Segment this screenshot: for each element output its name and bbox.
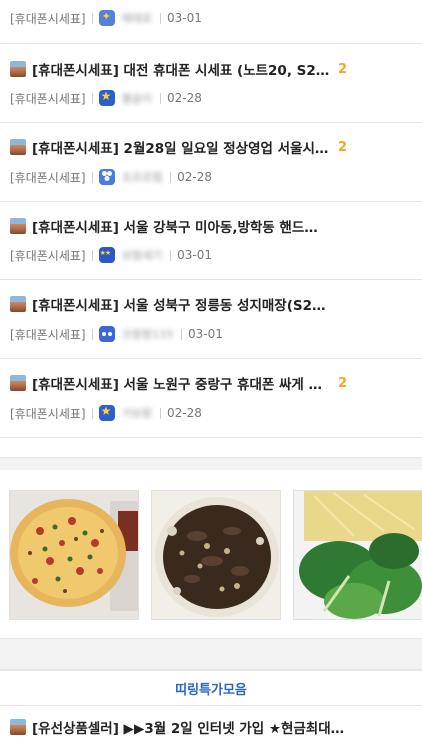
image-thumbnail-icon	[10, 375, 26, 391]
post-meta: [휴대폰시세표] 보형세기 03-01	[10, 245, 412, 265]
reply-count: 2	[338, 139, 348, 155]
cafe-name: [휴대폰시세표]	[10, 406, 86, 421]
image-thumbnail-icon	[10, 139, 26, 155]
post-item[interactable]: [휴대폰시세표] 2월28일 일요일 정상영업 서울시 관악… 2 [휴대폰시세…	[0, 123, 422, 202]
post-item[interactable]: [휴대폰시세표] 서울 강북구 미아동,방학동 핸드폰 최저… [휴대폰시세표]…	[0, 202, 422, 280]
cafe-name: [휴대폰시세표]	[10, 248, 86, 263]
post-meta: [휴대폰시세표] 볼슬이 02-28	[10, 88, 412, 108]
cross-badge-icon	[98, 10, 115, 26]
triple-dot-badge-icon	[98, 169, 115, 185]
divider	[170, 249, 172, 261]
divider	[91, 12, 93, 24]
post-title-row[interactable]: [휴대폰시세표] 서울 성북구 정릉동 성지매장(S21,S…	[10, 293, 412, 315]
author-nickname: 보형세기	[121, 249, 163, 262]
jjajangmyeon-photo[interactable]	[151, 490, 281, 620]
image-thumbnail-icon	[10, 296, 26, 312]
post-title[interactable]: [휴대폰시세표] 대전 휴대폰 시세표 (노트20, S20…	[32, 59, 330, 79]
author-nickname: 해태로	[121, 12, 152, 25]
post-title-row[interactable]: [휴대폰시세표] 서울 강북구 미아동,방학동 핸드폰 최저…	[10, 215, 412, 237]
post-date: 03-01	[166, 11, 202, 25]
post-item[interactable]: [유선상품셀러] ▶▶3월 2일 인터넷 가입 ★현금최대지…	[0, 706, 422, 750]
post-title[interactable]: [휴대폰시세표] 서울 성북구 정릉동 성지매장(S21,S…	[32, 294, 330, 314]
post-date: 03-01	[187, 327, 223, 341]
star-badge-icon	[98, 404, 115, 421]
post-item[interactable]: [휴대폰시세표] 서울 성북구 정릉동 성지매장(S21,S… [휴대폰시세표]…	[0, 280, 422, 359]
image-thumbnail-icon	[10, 61, 26, 77]
photo-strip	[0, 470, 422, 640]
post-item[interactable]: [휴대폰시세표] 서울 노원구 중랑구 휴대폰 싸게 사는법… 2 [휴대폰시세…	[0, 359, 422, 438]
section-divider	[0, 638, 422, 670]
post-item[interactable]: [휴대폰시세표] 해태로 03-01	[0, 0, 422, 44]
post-date: 02-28	[166, 406, 202, 420]
author-nickname: 거보팡	[121, 407, 152, 420]
cafe-name: [휴대폰시세표]	[10, 327, 86, 342]
star-badge-icon	[98, 89, 115, 106]
post-title[interactable]: [휴대폰시세표] 서울 노원구 중랑구 휴대폰 싸게 사는법…	[32, 373, 330, 393]
post-title[interactable]: [휴대폰시세표] 2월28일 일요일 정상영업 서울시 관악…	[32, 137, 330, 157]
image-thumbnail-icon	[10, 719, 26, 735]
divider	[91, 92, 93, 104]
post-title[interactable]: [유선상품셀러] ▶▶3월 2일 인터넷 가입 ★현금최대지…	[32, 717, 352, 737]
divider	[159, 407, 161, 419]
post-title[interactable]: [휴대폰시세표] 서울 강북구 미아동,방학동 핸드폰 최저…	[32, 216, 330, 236]
post-meta: [휴대폰시세표] 초르르랩 02-28	[10, 167, 412, 187]
reply-count: 2	[338, 375, 348, 391]
divider	[159, 92, 161, 104]
divider	[170, 171, 172, 183]
divider	[91, 171, 93, 183]
divider	[180, 328, 182, 340]
post-date: 03-01	[177, 248, 212, 262]
divider	[91, 407, 93, 419]
post-title-row[interactable]: [휴대폰시세표] 대전 휴대폰 시세표 (노트20, S20… 2	[10, 58, 412, 80]
cafe-name: [휴대폰시세표]	[10, 91, 86, 106]
author-nickname: 코팡팡133	[121, 328, 173, 341]
section-divider	[0, 457, 422, 471]
post-title-row[interactable]: [휴대폰시세표] 서울 노원구 중랑구 휴대폰 싸게 사는법… 2	[10, 372, 412, 394]
divider	[91, 328, 93, 340]
double-dot-badge-icon	[98, 326, 115, 342]
special-deals-label[interactable]: 띠링특가모음	[175, 679, 247, 698]
author-nickname: 볼슬이	[121, 92, 152, 105]
vegetable-photo[interactable]	[293, 490, 422, 620]
post-meta: [휴대폰시세표] 거보팡 02-28	[10, 403, 412, 423]
reply-count: 2	[338, 61, 348, 77]
post-meta: [휴대폰시세표] 해태로 03-01	[10, 8, 412, 28]
post-date: 02-28	[177, 170, 212, 184]
double-star-badge-icon	[98, 247, 115, 263]
cafe-name: [휴대폰시세표]	[10, 170, 86, 185]
cafe-name: [휴대폰시세표]	[10, 11, 86, 26]
pizza-photo[interactable]	[9, 490, 139, 620]
divider	[91, 249, 93, 261]
post-meta: [휴대폰시세표] 코팡팡133 03-01	[10, 324, 412, 344]
post-date: 02-28	[166, 91, 202, 105]
post-item[interactable]: [휴대폰시세표] 대전 휴대폰 시세표 (노트20, S20… 2 [휴대폰시세…	[0, 45, 422, 123]
image-thumbnail-icon	[10, 218, 26, 234]
special-deals-link[interactable]: 띠링특가모음	[0, 670, 422, 706]
divider	[159, 12, 161, 24]
post-title-row[interactable]: [휴대폰시세표] 2월28일 일요일 정상영업 서울시 관악… 2	[10, 136, 412, 158]
author-nickname: 초르르랩	[121, 171, 163, 184]
post-title-row[interactable]: [유선상품셀러] ▶▶3월 2일 인터넷 가입 ★현금최대지…	[10, 716, 412, 738]
